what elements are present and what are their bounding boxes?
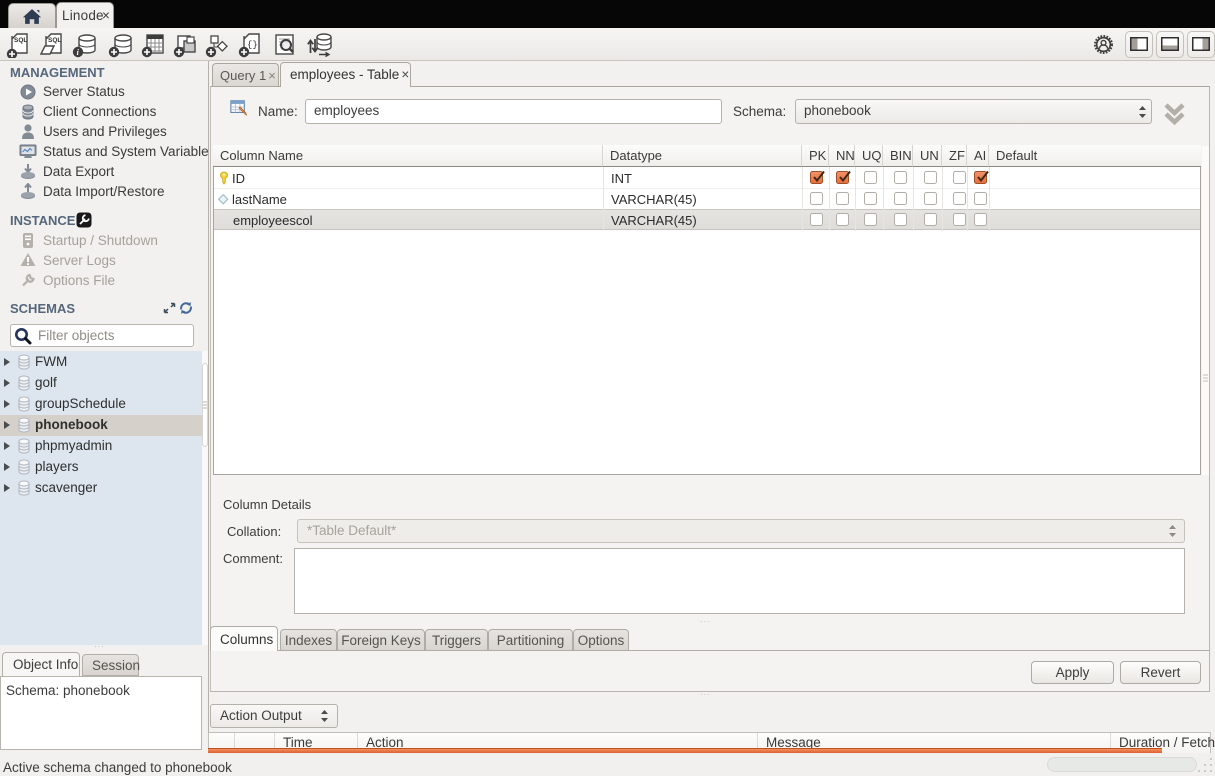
svg-text:SQL: SQL (14, 37, 27, 44)
svg-text:{}: {} (247, 40, 258, 50)
svg-text:SQL: SQL (48, 37, 61, 44)
